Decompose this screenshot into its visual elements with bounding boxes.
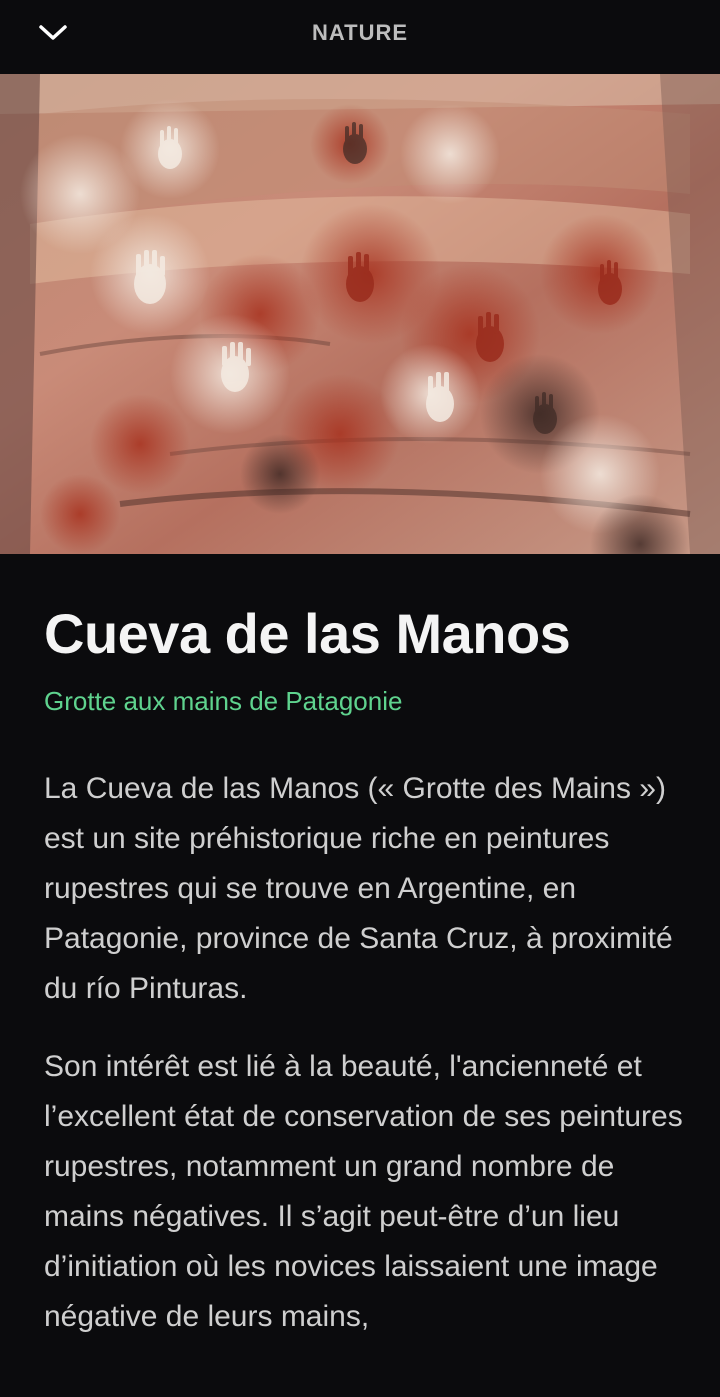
article-subtitle: Grotte aux mains de Patagonie <box>44 686 403 716</box>
article-paragraph: Son intérêt est lié à la beauté, l'ancie… <box>44 1050 683 1333</box>
article-title: Cueva de las Manos <box>44 602 571 665</box>
chevron-down-icon <box>39 25 67 40</box>
collapse-button[interactable] <box>28 12 78 52</box>
article: Cueva de las Manos Grotte aux mains de P… <box>44 554 684 1342</box>
cave-hands-photo <box>0 74 720 554</box>
section-title: NATURE <box>311 20 409 45</box>
article-paragraph: La Cueva de las Manos (« Grotte des Main… <box>44 772 673 1005</box>
top-bar: NATURE <box>0 0 720 74</box>
hero-image <box>0 74 720 554</box>
